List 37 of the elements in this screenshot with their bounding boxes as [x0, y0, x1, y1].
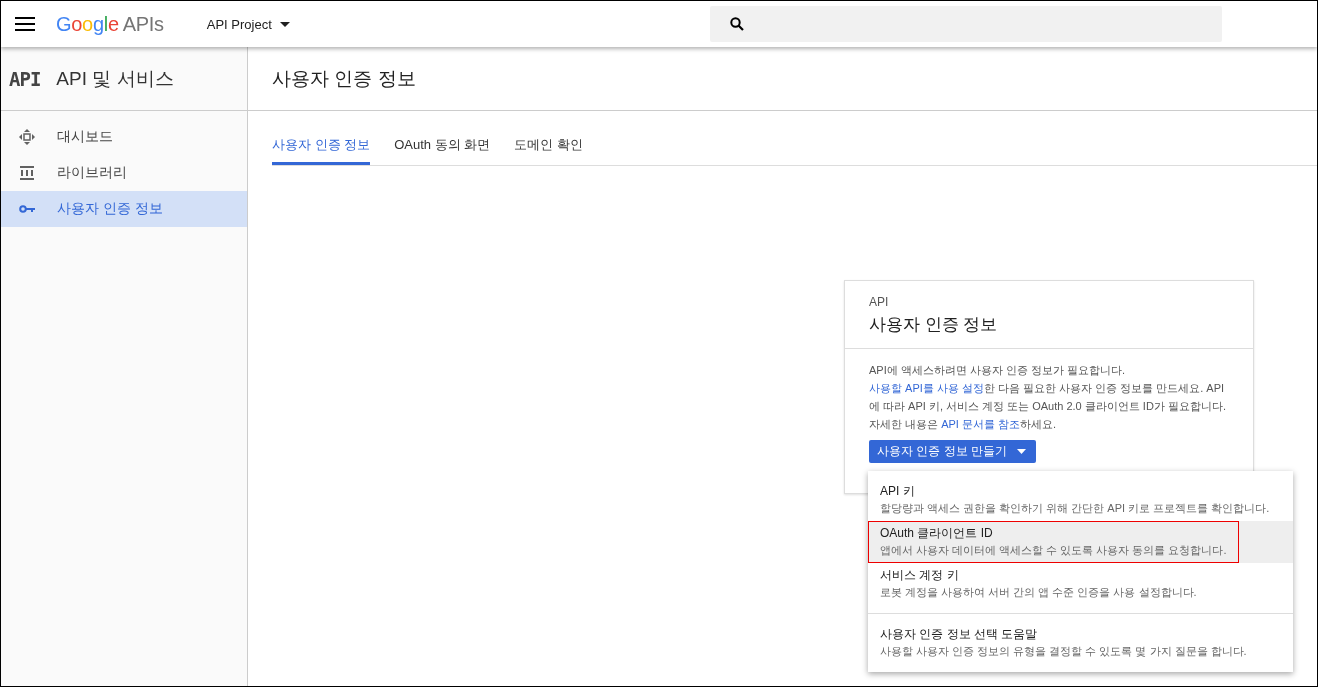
create-credentials-button[interactable]: 사용자 인증 정보 만들기 [869, 440, 1036, 463]
search-icon [730, 17, 744, 31]
tab[interactable]: 사용자 인증 정보 [272, 130, 371, 165]
menu-item[interactable]: OAuth 클라이언트 ID 앱에서 사용자 데이터에 액세스할 수 있도록 사용자 동의를 요청합니다. [868, 521, 1294, 563]
link[interactable]: API 문서를 참조 [941, 418, 1020, 430]
sidebar-title: API 및 서비스 [56, 66, 174, 91]
tab[interactable]: OAuth 동의 화면 [394, 130, 491, 165]
menu-item[interactable]: 사용자 인증 정보 선택 도움말 사용할 사용자 인증 정보의 유형을 결정할 수 있도록 몇 가지 질문을 합니다. [868, 613, 1294, 664]
library-icon [20, 166, 34, 180]
card-title: 사용자 인증 정보 [869, 314, 999, 336]
menu-item-title: OAuth 클라이언트 ID [880, 525, 994, 541]
card-eyebrow: API [869, 295, 890, 309]
menu-item-description: 할당량과 액세스 권한을 확인하기 위해 간단한 API 키로 프로젝트를 확인합니다. [880, 501, 1270, 516]
page-title: 사용자 인증 정보 [248, 47, 1317, 111]
menu-item-description: 사용할 사용자 인증 정보의 유형을 결정할 수 있도록 몇 가지 질문을 합니다. [880, 644, 1247, 659]
project-selector[interactable]: API Project [206, 16, 290, 32]
menu-item-title: 사용자 인증 정보 선택 도움말 [880, 626, 1039, 642]
sidebar-item[interactable]: 라이브러리 [1, 155, 247, 191]
caret-icon [1017, 449, 1026, 454]
menu-item-description: 로봇 계정을 사용하여 서버 간의 앱 수준 인증을 사용 설정합니다. [880, 585, 1197, 600]
caret-icon [279, 21, 290, 27]
google-apis-logo[interactable]: Google APIs [56, 12, 164, 36]
menu-icon[interactable] [15, 17, 35, 31]
sidebar-item[interactable]: 사용자 인증 정보 [1, 191, 247, 227]
key-icon [19, 205, 35, 213]
menu-item[interactable]: API 키 할당량과 액세스 권한을 확인하기 위해 간단한 API 키로 프로젝트를 확인합니다. [868, 479, 1294, 521]
menu-item-title: 서비스 계정 키 [880, 567, 960, 583]
dashboard-icon [19, 129, 35, 145]
menu-item-description: 앱에서 사용자 데이터에 액세스할 수 있도록 사용자 동의를 요청합니다. [880, 543, 1227, 558]
tab[interactable]: 도메인 확인 [514, 130, 583, 165]
sidebar-item[interactable]: 대시보드 [1, 119, 247, 155]
search-field[interactable] [710, 6, 1222, 42]
card-description: API에 액세스하려면 사용자 인증 정보가 필요합니다. 사용할 API를 사용 설정한 다음 필요한 사용자 인증 정보를 만드세요. API에 따라 API 키, 서비스 계정 또는 OAuth 2.0 클라이언트 ID가 필요합니다. 자세한 내용은 API 문서를 참조하세요. [869, 363, 1227, 432]
menu-item[interactable]: 서비스 계정 키 로봇 계정을 사용하여 서버 간의 앱 수준 인증을 사용 설정합니다. [868, 563, 1294, 605]
menu-item-title: API 키 [880, 483, 916, 499]
link[interactable]: 사용할 API를 사용 설정 [869, 382, 984, 394]
api-logo-icon: API [9, 67, 41, 90]
